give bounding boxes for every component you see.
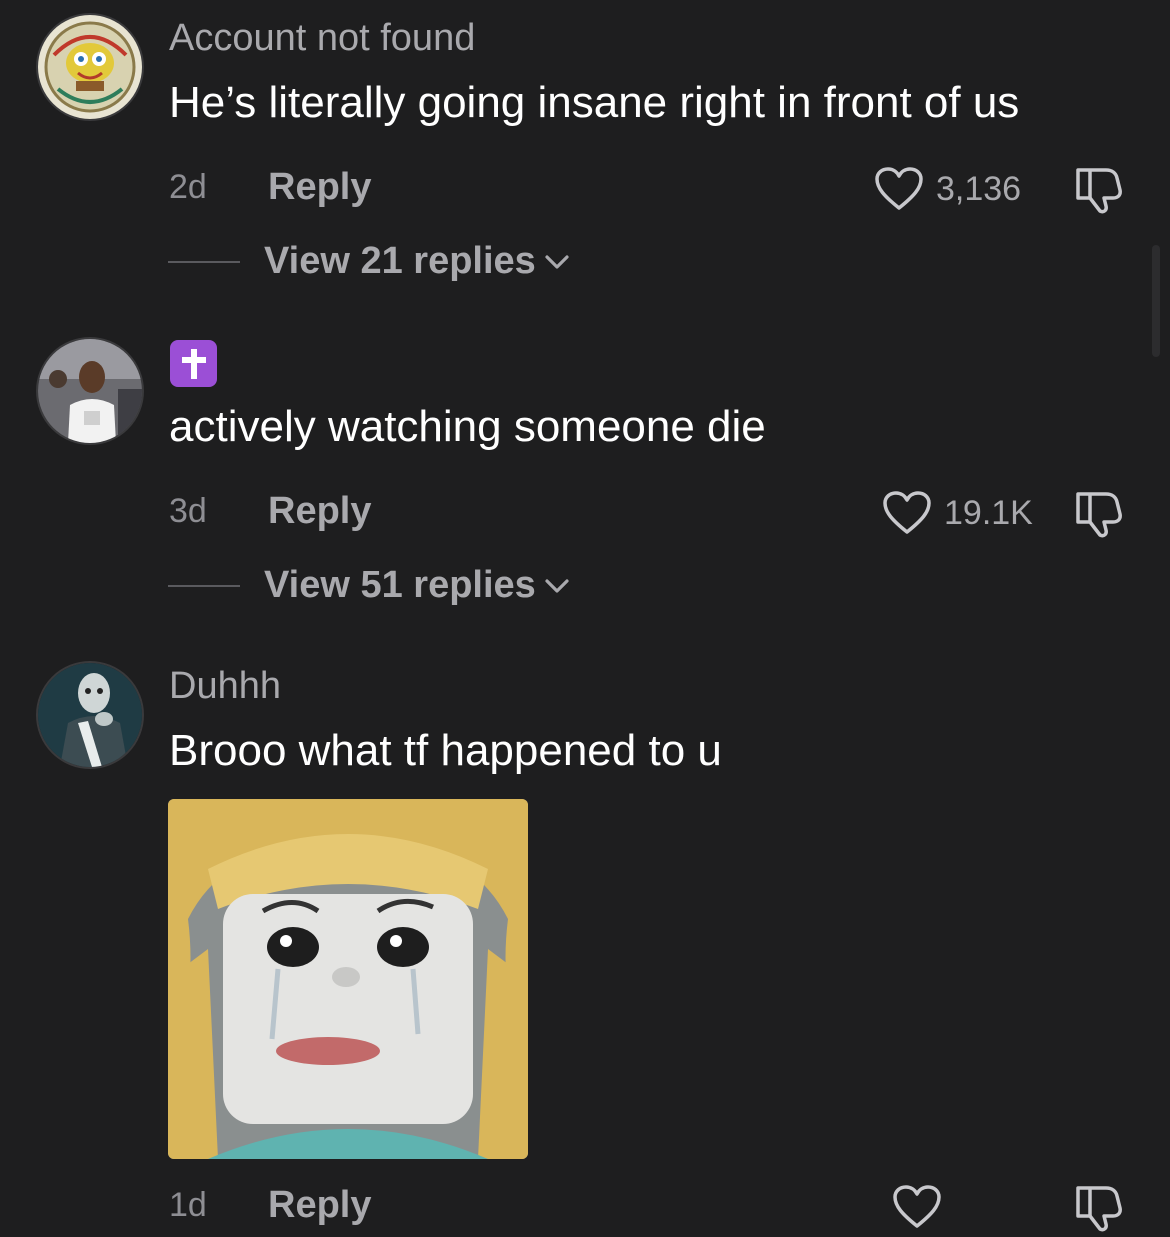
heart-outline-icon <box>875 167 923 210</box>
like-count: 19.1K <box>944 493 1033 532</box>
comment-text: actively watching someone die <box>169 402 766 451</box>
avatar[interactable] <box>36 337 144 445</box>
person-photo-avatar <box>38 339 142 443</box>
comment-time: 3d <box>169 492 207 530</box>
comment-author[interactable]: Account not found <box>169 17 475 60</box>
like-button[interactable] <box>892 1184 942 1230</box>
author-emoji[interactable] <box>170 340 217 387</box>
view-replies-label: View 21 replies <box>264 240 536 282</box>
attachment-image <box>168 799 528 1159</box>
scrollbar[interactable] <box>1152 245 1160 357</box>
like-count: 3,136 <box>936 169 1022 208</box>
view-replies-button[interactable]: View 21 replies <box>168 240 570 283</box>
view-replies-button[interactable]: View 51 replies <box>168 564 570 607</box>
heart-outline-icon <box>883 491 931 534</box>
thumbs-down-icon <box>1076 168 1122 214</box>
anime-character-avatar <box>38 663 142 767</box>
replies-divider <box>168 584 240 587</box>
latin-cross-icon <box>181 348 206 379</box>
reply-button[interactable]: Reply <box>268 1184 371 1227</box>
like-button[interactable]: 19.1K <box>882 490 1033 536</box>
heart-outline-icon <box>893 1185 941 1228</box>
reply-button[interactable]: Reply <box>268 490 371 533</box>
thumbs-down-icon <box>1076 492 1122 538</box>
avatar[interactable] <box>36 13 144 121</box>
spongebob-avatar <box>38 15 142 119</box>
dislike-button[interactable] <box>1072 166 1124 219</box>
comment-author[interactable]: Duhhh <box>169 665 281 708</box>
chevron-down-icon <box>545 578 569 593</box>
comment-time: 1d <box>169 1186 207 1224</box>
like-button[interactable]: 3,136 <box>874 166 1021 212</box>
crying-roblox-character-image[interactable] <box>168 799 528 1159</box>
comment-text: He’s literally going insane right in fro… <box>169 78 1020 127</box>
comment-text: Brooo what tf happened to u <box>169 726 722 775</box>
dislike-button[interactable] <box>1072 490 1124 543</box>
chevron-down-icon <box>545 254 569 269</box>
avatar[interactable] <box>36 661 144 769</box>
comment-time: 2d <box>169 168 207 206</box>
thumbs-down-icon <box>1076 1186 1122 1232</box>
replies-divider <box>168 260 240 263</box>
reply-button[interactable]: Reply <box>268 166 371 209</box>
view-replies-label: View 51 replies <box>264 564 536 606</box>
